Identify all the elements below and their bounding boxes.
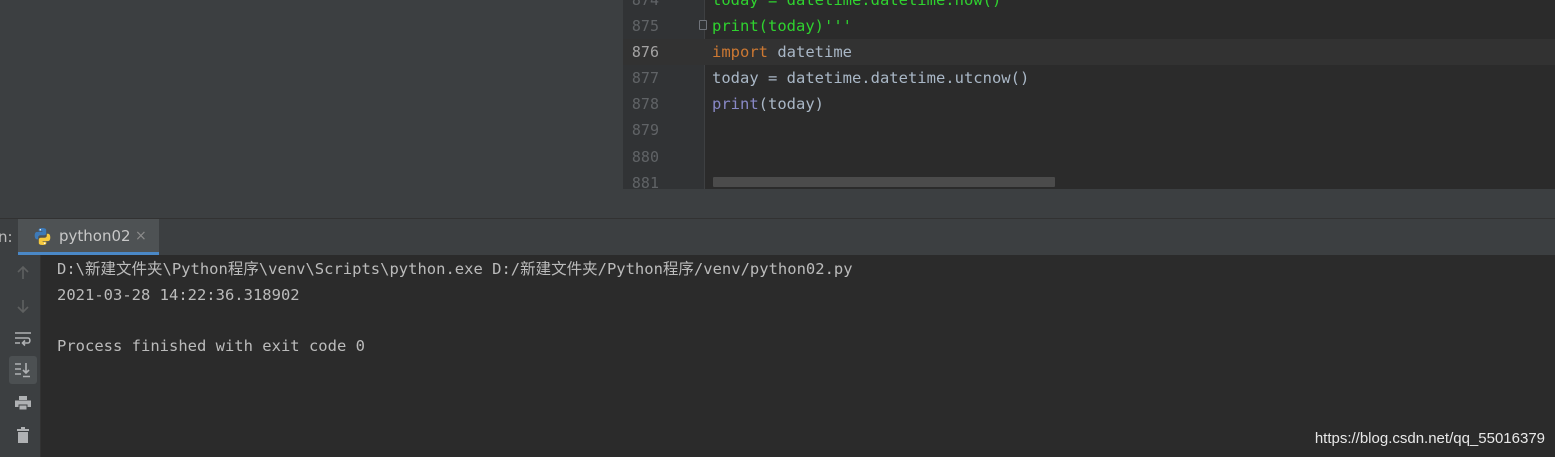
run-toolbar [0, 255, 41, 457]
line-number: 878 [631, 95, 659, 113]
arrow-down-icon [17, 300, 29, 314]
code-line[interactable]: 879 [623, 117, 1555, 143]
close-icon[interactable]: × [135, 227, 147, 245]
print-icon [15, 396, 31, 411]
code-line[interactable]: 875 print(today)''' [623, 13, 1555, 39]
line-number: 874 [631, 0, 659, 9]
scroll-to-end-button[interactable] [9, 356, 37, 384]
code-line[interactable]: 874 today = datetime.datetime.now() [623, 0, 1555, 13]
python-icon [34, 228, 51, 245]
soft-wrap-icon [15, 332, 31, 347]
line-number: 881 [631, 174, 659, 189]
line-number: 877 [631, 69, 659, 87]
code-text[interactable]: print(today)''' [712, 13, 852, 39]
code-line[interactable]: 878 print(today) [623, 91, 1555, 117]
clear-all-button[interactable] [9, 421, 37, 449]
editor-bottom-strip [623, 189, 1555, 218]
code-editor[interactable]: 874 today = datetime.datetime.now() 875 … [623, 0, 1555, 189]
fold-marker-icon[interactable] [699, 20, 707, 30]
identifier-token: datetime [768, 43, 852, 61]
keyword-token: import [712, 43, 768, 61]
console-output[interactable]: D:\新建文件夹\Python程序\venv\Scripts\python.ex… [41, 255, 1555, 457]
trash-icon [17, 427, 29, 443]
run-panel-title: n: [0, 228, 13, 246]
code-line[interactable]: 877 today = datetime.datetime.utcnow() [623, 65, 1555, 91]
scroll-down-button[interactable] [9, 292, 37, 320]
line-number: 875 [631, 17, 659, 35]
print-button[interactable] [9, 389, 37, 417]
line-number: 879 [631, 121, 659, 139]
soft-wrap-button[interactable] [9, 325, 37, 353]
code-text[interactable]: print(today) [712, 91, 824, 117]
scroll-up-button[interactable] [9, 259, 37, 287]
code-line[interactable]: 880 [623, 144, 1555, 170]
horizontal-scrollbar[interactable] [713, 177, 1055, 187]
watermark-text: https://blog.csdn.net/qq_55016379 [1314, 430, 1545, 447]
tab-python02[interactable]: python02 × [18, 219, 159, 255]
console-line: D:\新建文件夹\Python程序\venv\Scripts\python.ex… [57, 260, 853, 278]
line-number: 876 [631, 43, 659, 61]
code-text[interactable]: today = datetime.datetime.now() [712, 0, 1001, 13]
arrow-up-icon [17, 265, 29, 279]
tab-label: python02 [59, 227, 131, 245]
console-line: 2021-03-28 14:22:36.318902 [57, 286, 300, 304]
code-text[interactable]: today = datetime.datetime.utcnow() [712, 65, 1029, 91]
args-token: (today) [758, 95, 824, 113]
line-number: 880 [631, 148, 659, 166]
run-tab-strip: n: python02 × [0, 218, 1555, 255]
code-line-current[interactable]: 876 import datetime [623, 39, 1555, 65]
console-line: Process finished with exit code 0 [57, 337, 365, 355]
builtin-token: print [712, 95, 759, 113]
project-panel [0, 0, 623, 218]
scroll-to-end-icon [15, 363, 30, 378]
ide-window: 874 today = datetime.datetime.now() 875 … [0, 0, 1555, 457]
code-text[interactable]: import datetime [712, 39, 852, 65]
